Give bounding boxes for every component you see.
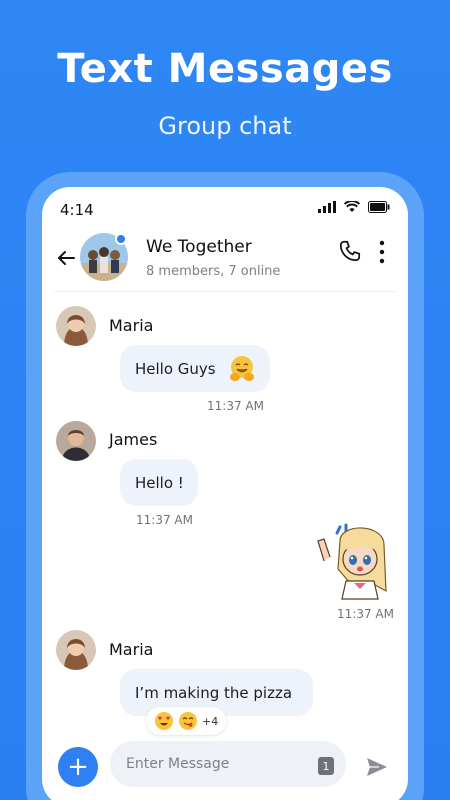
group-meta: 8 members, 7 online [146,264,281,279]
chat-header: We Together 8 members, 7 online [42,231,408,293]
person-photo-icon [56,630,96,670]
back-arrow-icon[interactable] [54,246,78,270]
message-time: 11:37 AM [207,399,264,413]
message-text: Hello ! [135,473,184,492]
signal-icon [318,201,336,213]
message-sender: James [109,430,158,449]
waving-girl-sticker-icon[interactable] [310,521,394,601]
message-time: 11:37 AM [136,513,193,527]
james-avatar[interactable] [56,421,96,461]
group-name[interactable]: We Together [146,237,252,257]
battery-icon [368,201,390,213]
wifi-icon [344,201,360,212]
message-sender: Maria [109,640,154,659]
add-attachment-button[interactable]: + [58,747,98,787]
plus-icon: + [67,752,89,782]
person-photo-icon [56,421,96,461]
status-icons [318,201,390,213]
promo-subtitle: Group chat [158,112,292,140]
reactions-bar[interactable]: +4 [146,707,227,735]
message-time: 11:37 AM [337,607,394,621]
message-input[interactable] [110,741,346,787]
more-options-icon[interactable] [376,239,388,265]
maria-avatar[interactable] [56,306,96,346]
message-bubble[interactable]: Hello ! [120,459,198,506]
online-indicator [115,233,127,245]
message-bubble[interactable]: Hello Guys [120,345,270,392]
heart-eyes-emoji-icon [155,712,173,730]
hug-emoji-icon [229,355,254,381]
phone-call-icon[interactable] [337,238,363,264]
phone-screen: 4:14 We Together 8 members, 7 online Mar… [42,187,408,800]
header-divider [54,291,396,292]
maria-avatar[interactable] [56,630,96,670]
message-count-badge: 1 [318,757,334,775]
send-icon[interactable] [365,755,389,779]
message-sender: Maria [109,316,154,335]
person-photo-icon [56,306,96,346]
message-text: Hello Guys [135,359,216,378]
status-time: 4:14 [60,201,94,219]
status-bar: 4:14 [42,187,408,231]
composer: + 1 [42,739,408,800]
message-text: I’m making the pizza [135,683,293,702]
reactions-extra-count: +4 [202,714,219,728]
yum-emoji-icon [179,712,197,730]
promo-title: Text Messages [57,46,393,92]
